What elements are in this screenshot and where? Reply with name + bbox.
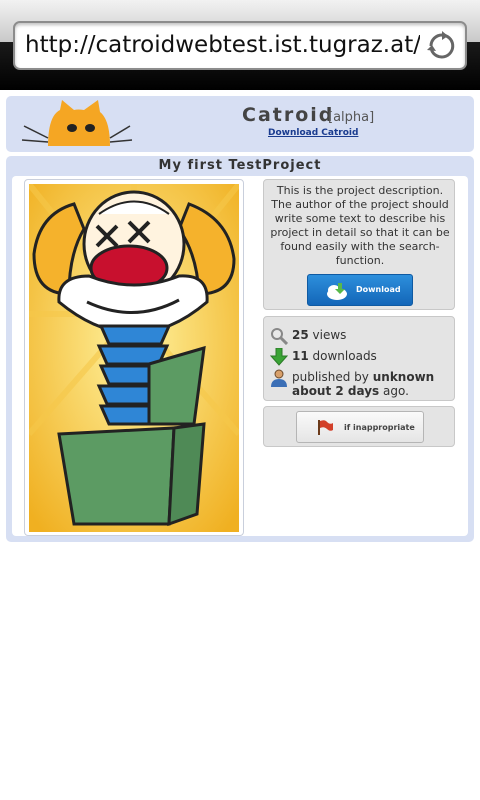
down-arrow-icon [270, 348, 288, 366]
views-label: views [312, 328, 347, 342]
project-content: This is the project description. The aut… [12, 176, 468, 536]
project-title: My first TestProject [158, 158, 322, 173]
page: Catroid [alpha] Download Catroid My firs… [0, 90, 480, 800]
download-catroid-link[interactable]: Download Catroid [268, 128, 358, 138]
published-prefix: published by [292, 370, 369, 384]
views-count: 25 [292, 328, 309, 342]
url-text[interactable]: http://catroidwebtest.ist.tugraz.at/... [25, 32, 420, 58]
browser-toolbar: http://catroidwebtest.ist.tugraz.at/... [0, 0, 480, 90]
stats-panel: 25 views 11 downloads published by unkno… [263, 316, 455, 401]
brand-title: Catroid [242, 104, 335, 126]
project-description: This is the project description. The aut… [270, 184, 450, 267]
downloads-count: 11 [292, 349, 309, 363]
download-button[interactable]: Download [307, 274, 413, 306]
description-panel: This is the project description. The aut… [263, 179, 455, 310]
report-button-label: if inappropriate [344, 423, 415, 432]
downloads-label: downloads [312, 349, 377, 363]
catroid-logo[interactable] [20, 98, 134, 148]
download-button-label: Download [356, 285, 401, 294]
site-header: Catroid [alpha] Download Catroid [6, 96, 474, 152]
project-thumbnail-frame [24, 179, 244, 536]
url-bar[interactable]: http://catroidwebtest.ist.tugraz.at/... [13, 21, 467, 70]
download-cloud-icon [327, 283, 347, 300]
project-section: My first TestProject This is the project… [6, 156, 474, 542]
flag-icon [318, 420, 333, 435]
author-name[interactable]: unknown [373, 370, 434, 384]
reload-icon[interactable] [427, 31, 457, 61]
alpha-badge: [alpha] [328, 110, 375, 125]
project-thumbnail[interactable] [29, 184, 239, 532]
magnifier-icon [271, 328, 288, 345]
report-panel: if inappropriate [263, 406, 455, 447]
user-icon [271, 369, 287, 387]
published-when: about 2 days [292, 384, 380, 398]
report-button[interactable]: if inappropriate [296, 411, 424, 443]
published-suffix: ago. [383, 384, 409, 398]
